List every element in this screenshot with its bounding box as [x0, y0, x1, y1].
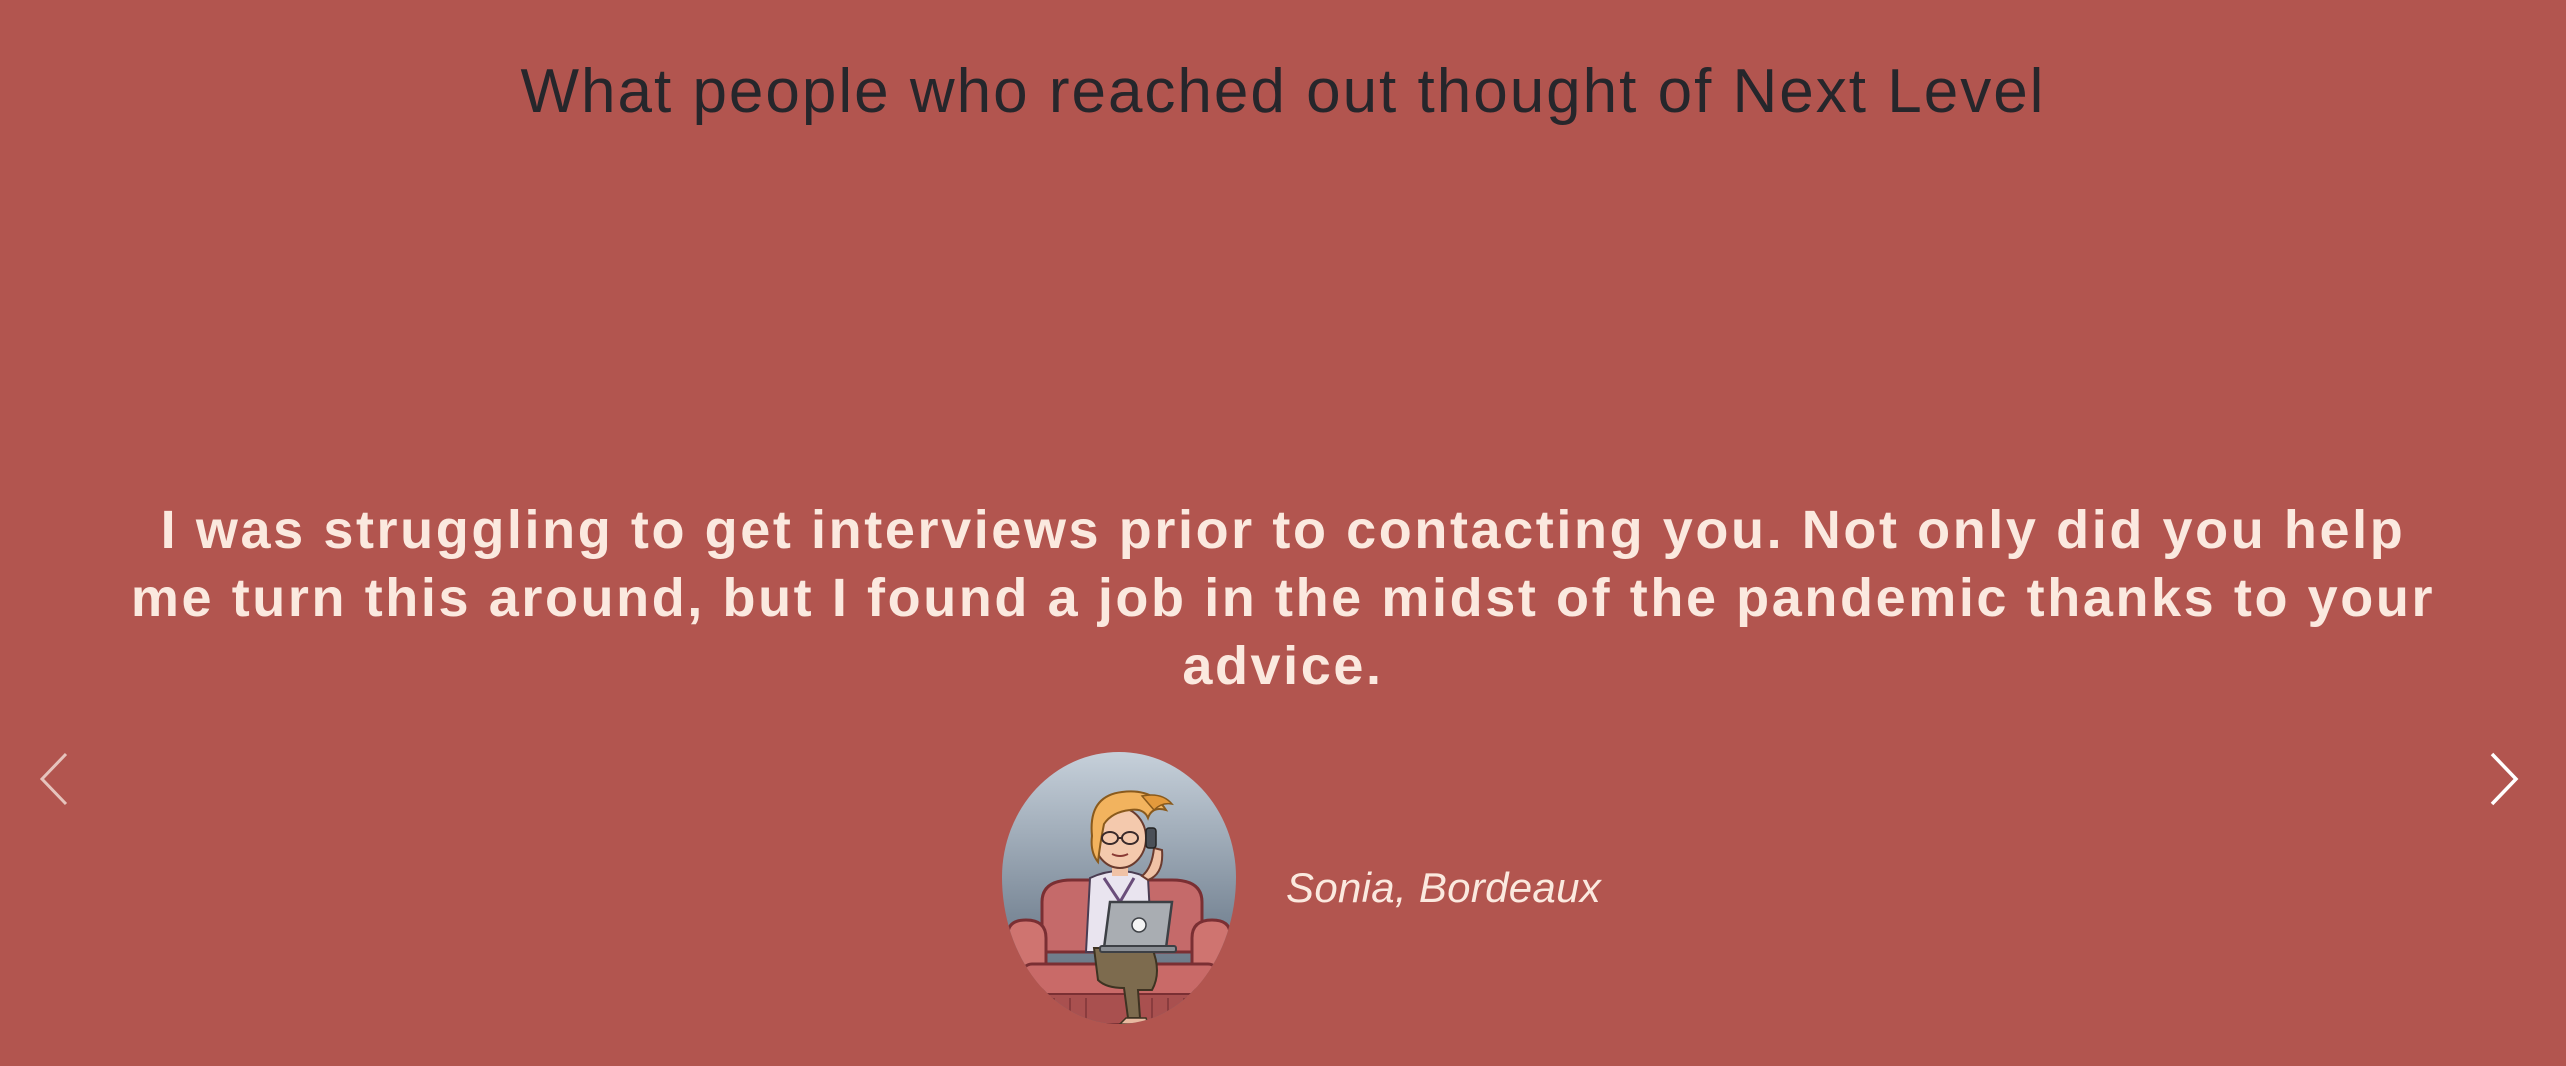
section-heading: What people who reached out thought of N… [520, 57, 2046, 126]
carousel-next-button[interactable] [2476, 744, 2526, 814]
testimonial-quote: I was struggling to get interviews prior… [130, 500, 2436, 696]
testimonial-author: Sonia, Bordeaux [1002, 752, 1601, 1024]
author-avatar [1002, 752, 1236, 1024]
author-name: Sonia, Bordeaux [1286, 864, 1602, 911]
chevron-left-icon [39, 752, 68, 806]
testimonials-section: What people who reached out thought of N… [0, 0, 2566, 1066]
woman-laptop-illustration [1002, 752, 1236, 1024]
chevron-right-icon [2490, 752, 2519, 806]
carousel-prev-button[interactable] [32, 744, 82, 814]
